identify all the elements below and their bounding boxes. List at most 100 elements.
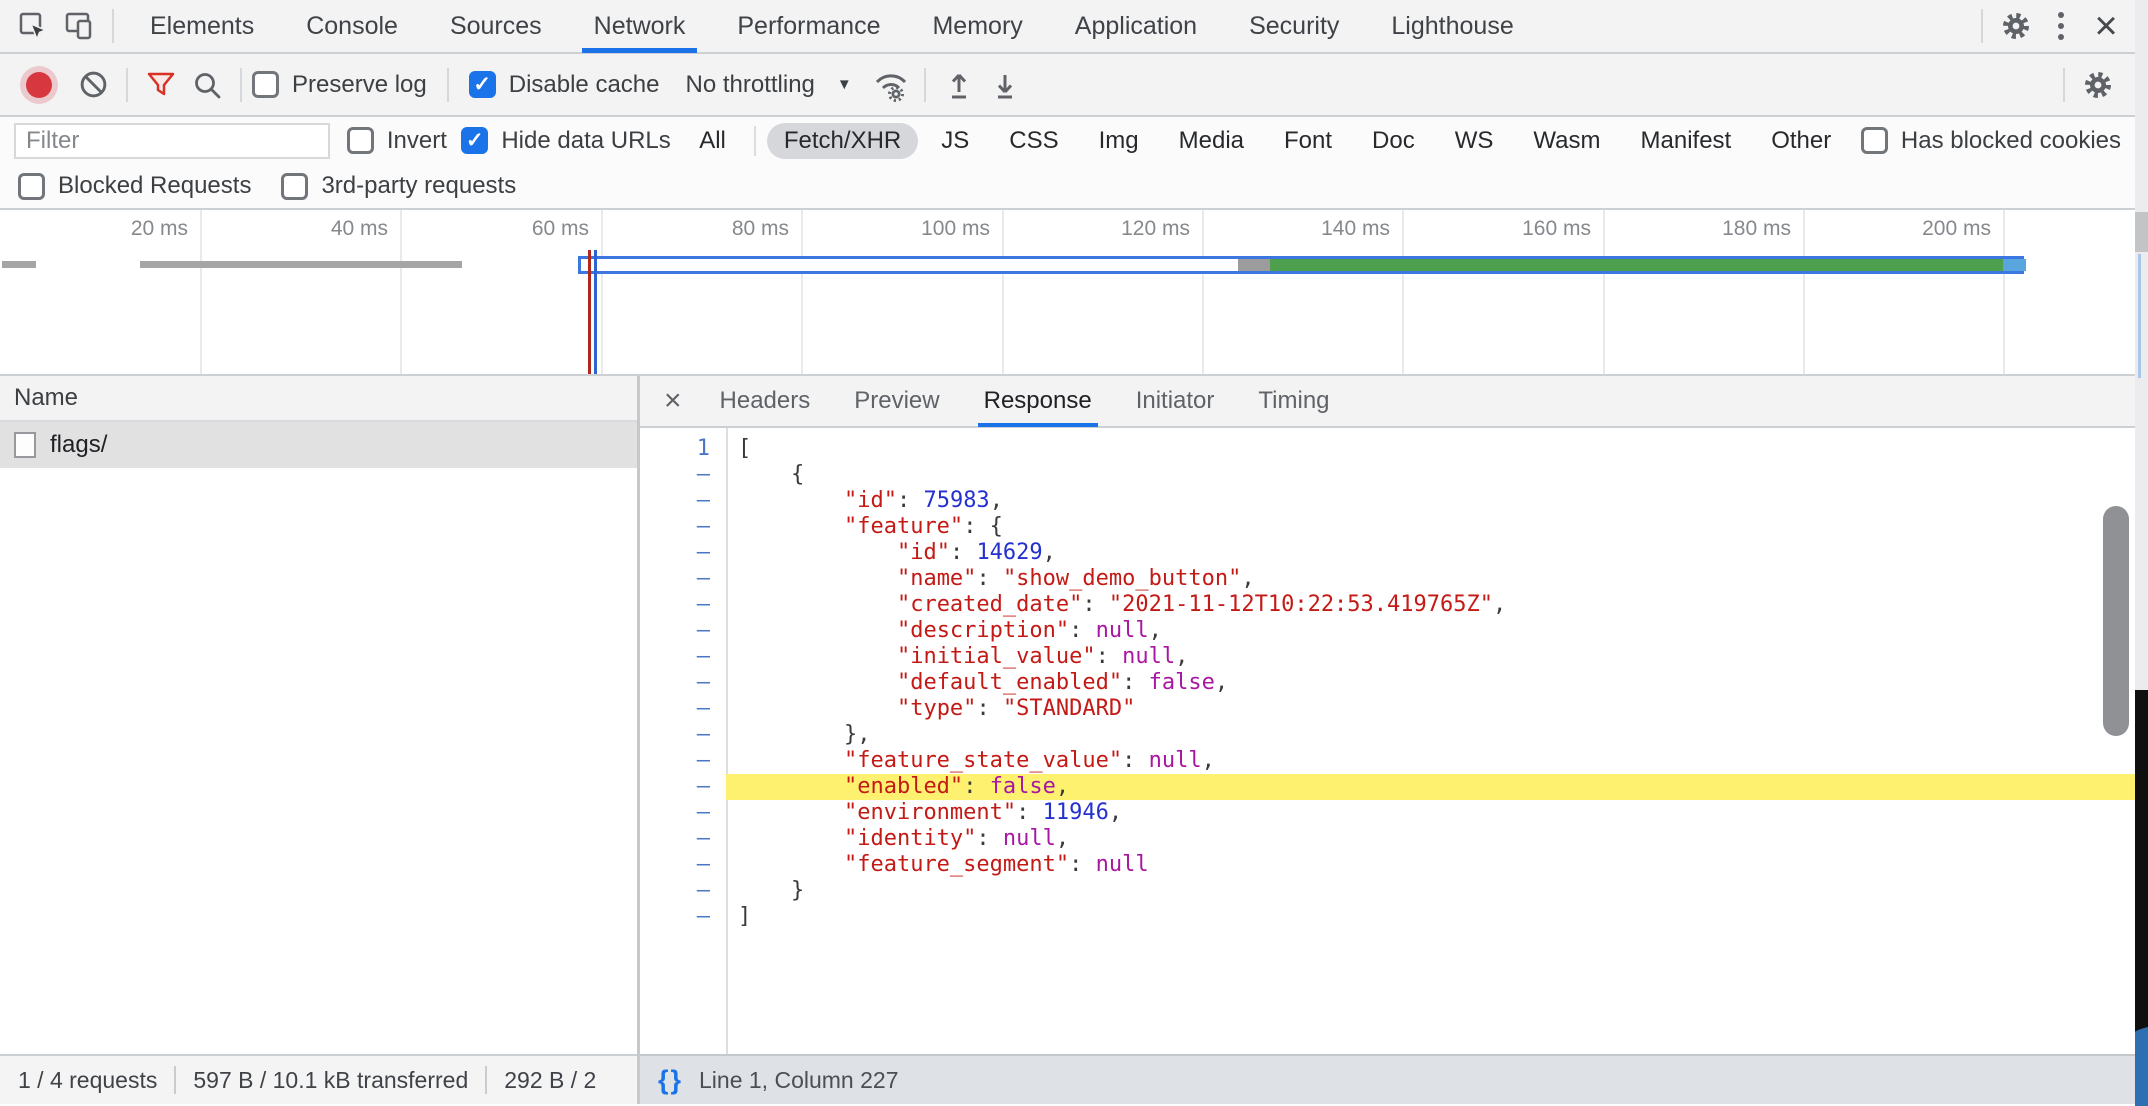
response-viewer[interactable]: 1[– {– "id": 75983,– "feature": {– "id":… — [640, 428, 2135, 1054]
transferred-size: 597 B / 10.1 kB transferred — [193, 1067, 468, 1094]
code-text: "identity": null, — [726, 826, 2135, 852]
code-text: }, — [726, 722, 2135, 748]
preserve-log-label[interactable]: Preserve log — [292, 71, 427, 99]
code-text: "description": null, — [726, 618, 2135, 644]
fold-marker[interactable]: – — [640, 670, 726, 696]
type-filter-css[interactable]: CSS — [992, 123, 1075, 159]
close-detail-icon[interactable]: × — [648, 384, 698, 418]
request-name: flags/ — [50, 431, 107, 459]
filter-toggle-button[interactable] — [138, 62, 184, 108]
tab-security[interactable]: Security — [1223, 0, 1365, 53]
hide-data-urls-label[interactable]: Hide data URLs — [501, 127, 670, 155]
detail-tab-headers[interactable]: Headers — [698, 376, 833, 427]
fold-marker[interactable]: – — [640, 618, 726, 644]
code-text: "initial_value": null, — [726, 644, 2135, 670]
fold-marker[interactable]: – — [640, 722, 726, 748]
tab-application[interactable]: Application — [1049, 0, 1223, 53]
fold-marker[interactable]: – — [640, 566, 726, 592]
type-filter-wasm[interactable]: Wasm — [1516, 123, 1617, 159]
tab-performance[interactable]: Performance — [711, 0, 906, 53]
invert-label[interactable]: Invert — [387, 127, 447, 155]
detail-tab-initiator[interactable]: Initiator — [1114, 376, 1237, 427]
fold-marker[interactable]: – — [640, 462, 726, 488]
tab-elements[interactable]: Elements — [124, 0, 280, 53]
chat-button-partial[interactable] — [2135, 1026, 2148, 1106]
request-row-flags[interactable]: flags/ — [0, 422, 637, 468]
network-conditions-button[interactable] — [868, 62, 914, 108]
type-filter-img[interactable]: Img — [1082, 123, 1156, 159]
fold-marker[interactable]: – — [640, 800, 726, 826]
fold-marker[interactable]: – — [640, 748, 726, 774]
type-filter-other[interactable]: Other — [1754, 123, 1848, 159]
third-party-label[interactable]: 3rd-party requests — [321, 172, 516, 200]
download-icon — [990, 70, 1020, 100]
network-settings-button[interactable] — [2075, 62, 2121, 108]
blocked-requests-label[interactable]: Blocked Requests — [58, 172, 251, 200]
gridline — [1002, 210, 1004, 374]
fold-marker[interactable]: – — [640, 592, 726, 618]
disable-cache-label[interactable]: Disable cache — [509, 71, 660, 99]
preserve-log-checkbox[interactable] — [252, 71, 279, 98]
type-filter-js[interactable]: JS — [924, 123, 986, 159]
export-har-button[interactable] — [982, 62, 1028, 108]
response-code: 1[– {– "id": 75983,– "feature": {– "id":… — [640, 436, 2135, 930]
requests-column-header[interactable]: Name — [0, 376, 637, 422]
code-text: "id": 75983, — [726, 488, 2135, 514]
gridline — [1603, 210, 1605, 374]
tick-label: 60 ms — [429, 217, 589, 241]
network-overview[interactable]: 20 ms40 ms60 ms80 ms100 ms120 ms140 ms16… — [0, 210, 2135, 376]
type-filter-font[interactable]: Font — [1267, 123, 1349, 159]
detail-tab-preview[interactable]: Preview — [832, 376, 961, 427]
disable-cache-checkbox[interactable] — [469, 71, 496, 98]
close-devtools-button[interactable]: × — [2083, 4, 2129, 48]
type-filter-doc[interactable]: Doc — [1355, 123, 1432, 159]
detail-tab-response[interactable]: Response — [962, 376, 1114, 427]
filter-input[interactable] — [14, 123, 330, 159]
fold-marker[interactable]: – — [640, 774, 726, 800]
tab-lighthouse[interactable]: Lighthouse — [1365, 0, 1539, 53]
code-text: [ — [726, 436, 2135, 462]
code-line: – "name": "show_demo_button", — [640, 566, 2135, 592]
more-options-button[interactable] — [2039, 4, 2083, 48]
third-party-checkbox[interactable] — [281, 173, 308, 200]
fold-marker[interactable]: – — [640, 540, 726, 566]
has-blocked-cookies-checkbox[interactable] — [1861, 127, 1888, 154]
fold-marker[interactable]: – — [640, 488, 726, 514]
fold-marker[interactable]: – — [640, 878, 726, 904]
type-filter-media[interactable]: Media — [1162, 123, 1261, 159]
type-filter-ws[interactable]: WS — [1438, 123, 1511, 159]
tick-label: 100 ms — [830, 217, 990, 241]
fold-marker[interactable]: – — [640, 904, 726, 930]
fold-marker[interactable]: – — [640, 644, 726, 670]
device-toolbar-button[interactable] — [56, 3, 102, 49]
detail-tab-timing[interactable]: Timing — [1236, 376, 1351, 427]
blocked-requests-checkbox[interactable] — [18, 173, 45, 200]
fold-marker[interactable]: – — [640, 696, 726, 722]
throttling-select[interactable]: No throttling — [685, 71, 851, 99]
fold-marker[interactable]: – — [640, 514, 726, 540]
fold-marker[interactable]: – — [640, 852, 726, 878]
clear-button[interactable] — [70, 62, 116, 108]
hide-data-urls-checkbox[interactable] — [461, 127, 488, 154]
tab-memory[interactable]: Memory — [906, 0, 1048, 53]
tab-network[interactable]: Network — [568, 0, 712, 53]
fold-marker[interactable]: – — [640, 826, 726, 852]
has-blocked-cookies-label[interactable]: Has blocked cookies — [1901, 127, 2121, 155]
inspect-element-button[interactable] — [10, 3, 56, 49]
divider — [447, 68, 449, 102]
type-filter-manifest[interactable]: Manifest — [1624, 123, 1749, 159]
type-filter-all[interactable]: All — [682, 123, 743, 159]
code-text: "feature_segment": null — [726, 852, 2135, 878]
tab-console[interactable]: Console — [280, 0, 424, 53]
response-scrollbar[interactable] — [2103, 506, 2129, 736]
invert-checkbox[interactable] — [347, 127, 374, 154]
tab-sources[interactable]: Sources — [424, 0, 568, 53]
search-button[interactable] — [184, 62, 230, 108]
request-phase-segment — [1270, 259, 2003, 271]
device-toolbar-icon — [64, 11, 94, 41]
settings-button[interactable] — [1993, 3, 2039, 49]
record-button[interactable] — [26, 72, 52, 98]
import-har-button[interactable] — [936, 62, 982, 108]
tick-label: 160 ms — [1431, 217, 1591, 241]
type-filter-fetch-xhr[interactable]: Fetch/XHR — [767, 123, 918, 159]
